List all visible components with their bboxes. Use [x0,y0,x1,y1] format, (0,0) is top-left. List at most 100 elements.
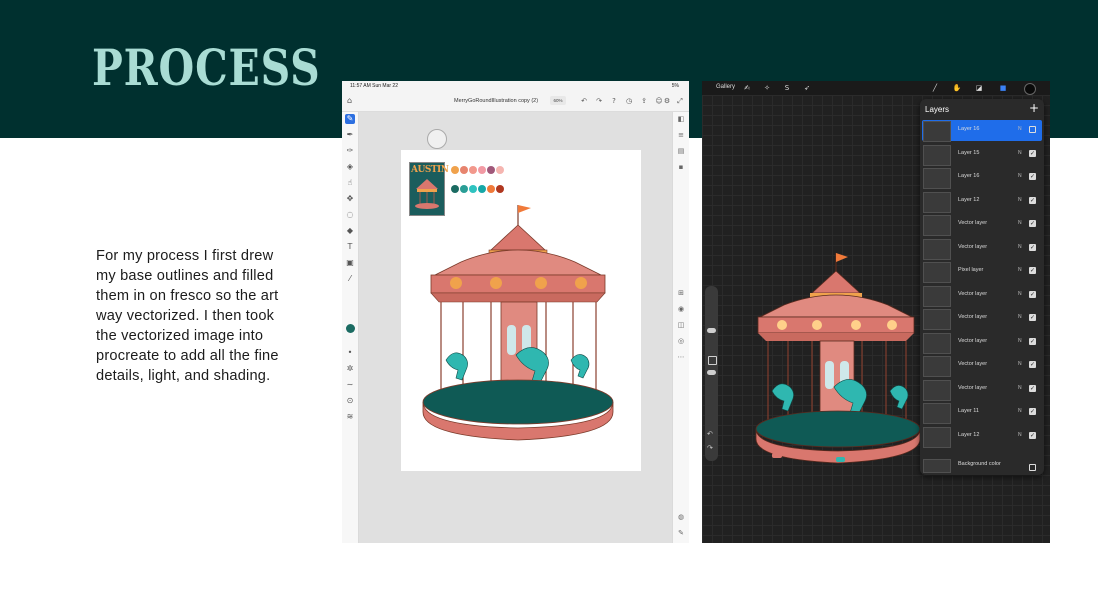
layer-visibility-checkbox[interactable]: ✓ [1029,408,1036,415]
layer-blend-mode[interactable]: N [1018,126,1022,132]
add-layer-button[interactable]: + [1029,102,1039,114]
current-color-swatch[interactable] [346,324,355,333]
layer-row[interactable]: Layer 16 N ✓ [922,167,1042,189]
layer-visibility-checkbox[interactable]: ✓ [1029,361,1036,368]
layer-visibility-checkbox[interactable]: ✓ [1029,431,1036,439]
brush-settings-icon[interactable]: ⊙ [345,396,355,406]
layer-blend-mode[interactable]: N [1018,173,1022,179]
fresco-canvas[interactable]: AUSTIN [401,150,641,471]
background-color-row[interactable]: Background color [922,458,1042,473]
add-layer-icon[interactable]: ⊞ [676,288,686,298]
opacity-slider[interactable] [707,370,716,375]
wrench-icon[interactable]: ✍ [742,83,752,93]
comments-icon[interactable]: ▪ [676,162,686,172]
type-icon[interactable]: T [345,242,355,252]
layer-blend-mode[interactable]: N [1018,197,1022,203]
undo-icon[interactable]: ↶ [707,430,713,438]
redo-icon[interactable]: ↷ [595,97,603,105]
layer-visibility-checkbox[interactable]: ✓ [1029,220,1036,227]
visibility-icon[interactable]: ◉ [676,304,686,314]
transform-icon[interactable]: ➶ [802,83,812,93]
layer-blend-mode[interactable]: N [1018,244,1022,250]
layer-blend-mode[interactable]: N [1018,150,1022,156]
layer-blend-mode[interactable]: N [1018,267,1022,273]
undo-icon[interactable]: ↶ [580,97,588,105]
layer-visibility-checkbox[interactable]: ✓ [1029,149,1036,157]
image-icon[interactable]: ▣ [345,258,355,268]
layer-blend-mode[interactable]: N [1018,385,1022,391]
layer-row[interactable]: Vector layer N ✓ [922,355,1042,377]
blend-icon[interactable]: ◎ [676,336,686,346]
modify-button[interactable] [708,356,717,365]
more-icon[interactable]: ⋯ [676,352,686,362]
eyedropper-icon[interactable]: ⁄ [345,274,355,284]
brush-flow-icon[interactable]: ✲ [345,364,355,374]
layer-visibility-checkbox[interactable]: ✓ [1029,314,1036,321]
layer-row[interactable]: Vector layer N ✓ [922,285,1042,307]
color-picker-icon[interactable] [1024,83,1036,95]
fill-icon[interactable]: ◆ [345,226,355,236]
selection-icon[interactable]: S [782,83,792,93]
layer-row[interactable]: Vector layer N ✓ [922,214,1042,236]
help-icon[interactable]: ? [610,97,618,105]
layer-row[interactable]: Layer 12 N ✓ [922,191,1042,213]
vector-brush-icon[interactable]: ✑ [345,146,355,156]
layer-visibility-checkbox[interactable]: ✓ [1029,267,1036,274]
pixel-brush-icon[interactable]: ✎ [345,114,355,124]
brush-icon[interactable]: ╱ [930,83,940,93]
brush-size-icon[interactable]: • [345,348,355,358]
layer-row[interactable]: Vector layer N ✓ [922,379,1042,401]
brush-smoothing-icon[interactable]: ∼ [345,380,355,390]
gallery-button[interactable]: Gallery [716,84,735,90]
live-brush-icon[interactable]: ✒ [345,130,355,140]
layer-row[interactable]: Layer 12 N ✓ [922,426,1042,448]
pencil-settings-icon[interactable]: ✎ [676,528,686,538]
pressure-icon[interactable]: ≋ [345,412,355,422]
layer-blend-mode[interactable]: N [1018,408,1022,414]
layer-row[interactable]: Layer 11 N ✓ [922,402,1042,424]
adjustments-icon[interactable]: ✧ [762,83,772,93]
layer-blend-mode[interactable]: N [1018,338,1022,344]
layers-icon[interactable]: ■ [998,83,1008,93]
touch-shortcut-icon[interactable]: ◍ [676,512,686,522]
smudge-icon[interactable]: ✋ [952,83,962,93]
background-visibility-checkbox[interactable] [1029,464,1036,471]
layer-blend-mode[interactable]: N [1018,314,1022,320]
layer-visibility-checkbox[interactable]: ✓ [1029,290,1036,298]
layer-blend-mode[interactable]: N [1018,291,1022,297]
smudge-icon[interactable]: ☝ [345,178,355,188]
eraser-icon[interactable]: ◪ [974,83,984,93]
share-icon[interactable]: ⇪ [640,97,648,105]
layer-blend-mode[interactable]: N [1018,432,1022,438]
layer-row[interactable]: Vector layer N ✓ [922,238,1042,260]
layer-properties-icon[interactable]: ≡ [676,130,686,140]
layer-visibility-checkbox[interactable]: ✓ [1029,243,1036,251]
layer-row[interactable]: Vector layer N ✓ [922,332,1042,354]
layer-row[interactable]: Vector layer N ✓ [922,308,1042,330]
move-icon[interactable]: ✥ [345,194,355,204]
redo-icon[interactable]: ↷ [707,444,713,452]
layer-row[interactable]: Layer 15 N ✓ [922,144,1042,166]
layer-row[interactable]: Layer 16 N [922,120,1042,142]
settings-icon[interactable]: ⚙ [663,97,671,105]
fullscreen-icon[interactable]: ⤢ [676,97,684,105]
layer-visibility-checkbox[interactable]: ✓ [1029,337,1036,345]
layer-blend-mode[interactable]: N [1018,220,1022,226]
layer-blend-mode[interactable]: N [1018,361,1022,367]
layer-visibility-checkbox[interactable]: ✓ [1029,196,1036,204]
layer-row[interactable]: Pixel layer N ✓ [922,261,1042,283]
lasso-icon[interactable]: ◌ [345,210,355,220]
home-icon[interactable]: ⌂ [347,97,355,105]
fresco-zoom-level[interactable]: 60% [550,96,566,105]
libraries-icon[interactable]: ▤ [676,146,686,156]
layers-icon[interactable]: ◧ [676,114,686,124]
mask-icon[interactable]: ◫ [676,320,686,330]
user-icon[interactable]: ☺ [655,97,663,105]
timelapse-icon[interactable]: ◷ [625,97,633,105]
layer-visibility-checkbox[interactable]: ✓ [1029,384,1036,392]
layer-visibility-checkbox[interactable] [1029,126,1036,133]
layer-visibility-checkbox[interactable]: ✓ [1029,173,1036,180]
eraser-icon[interactable]: ◈ [345,162,355,172]
brush-size-slider[interactable] [707,328,716,333]
fresco-document-title[interactable]: MerryGoRoundIllustration copy (2) [454,98,538,104]
